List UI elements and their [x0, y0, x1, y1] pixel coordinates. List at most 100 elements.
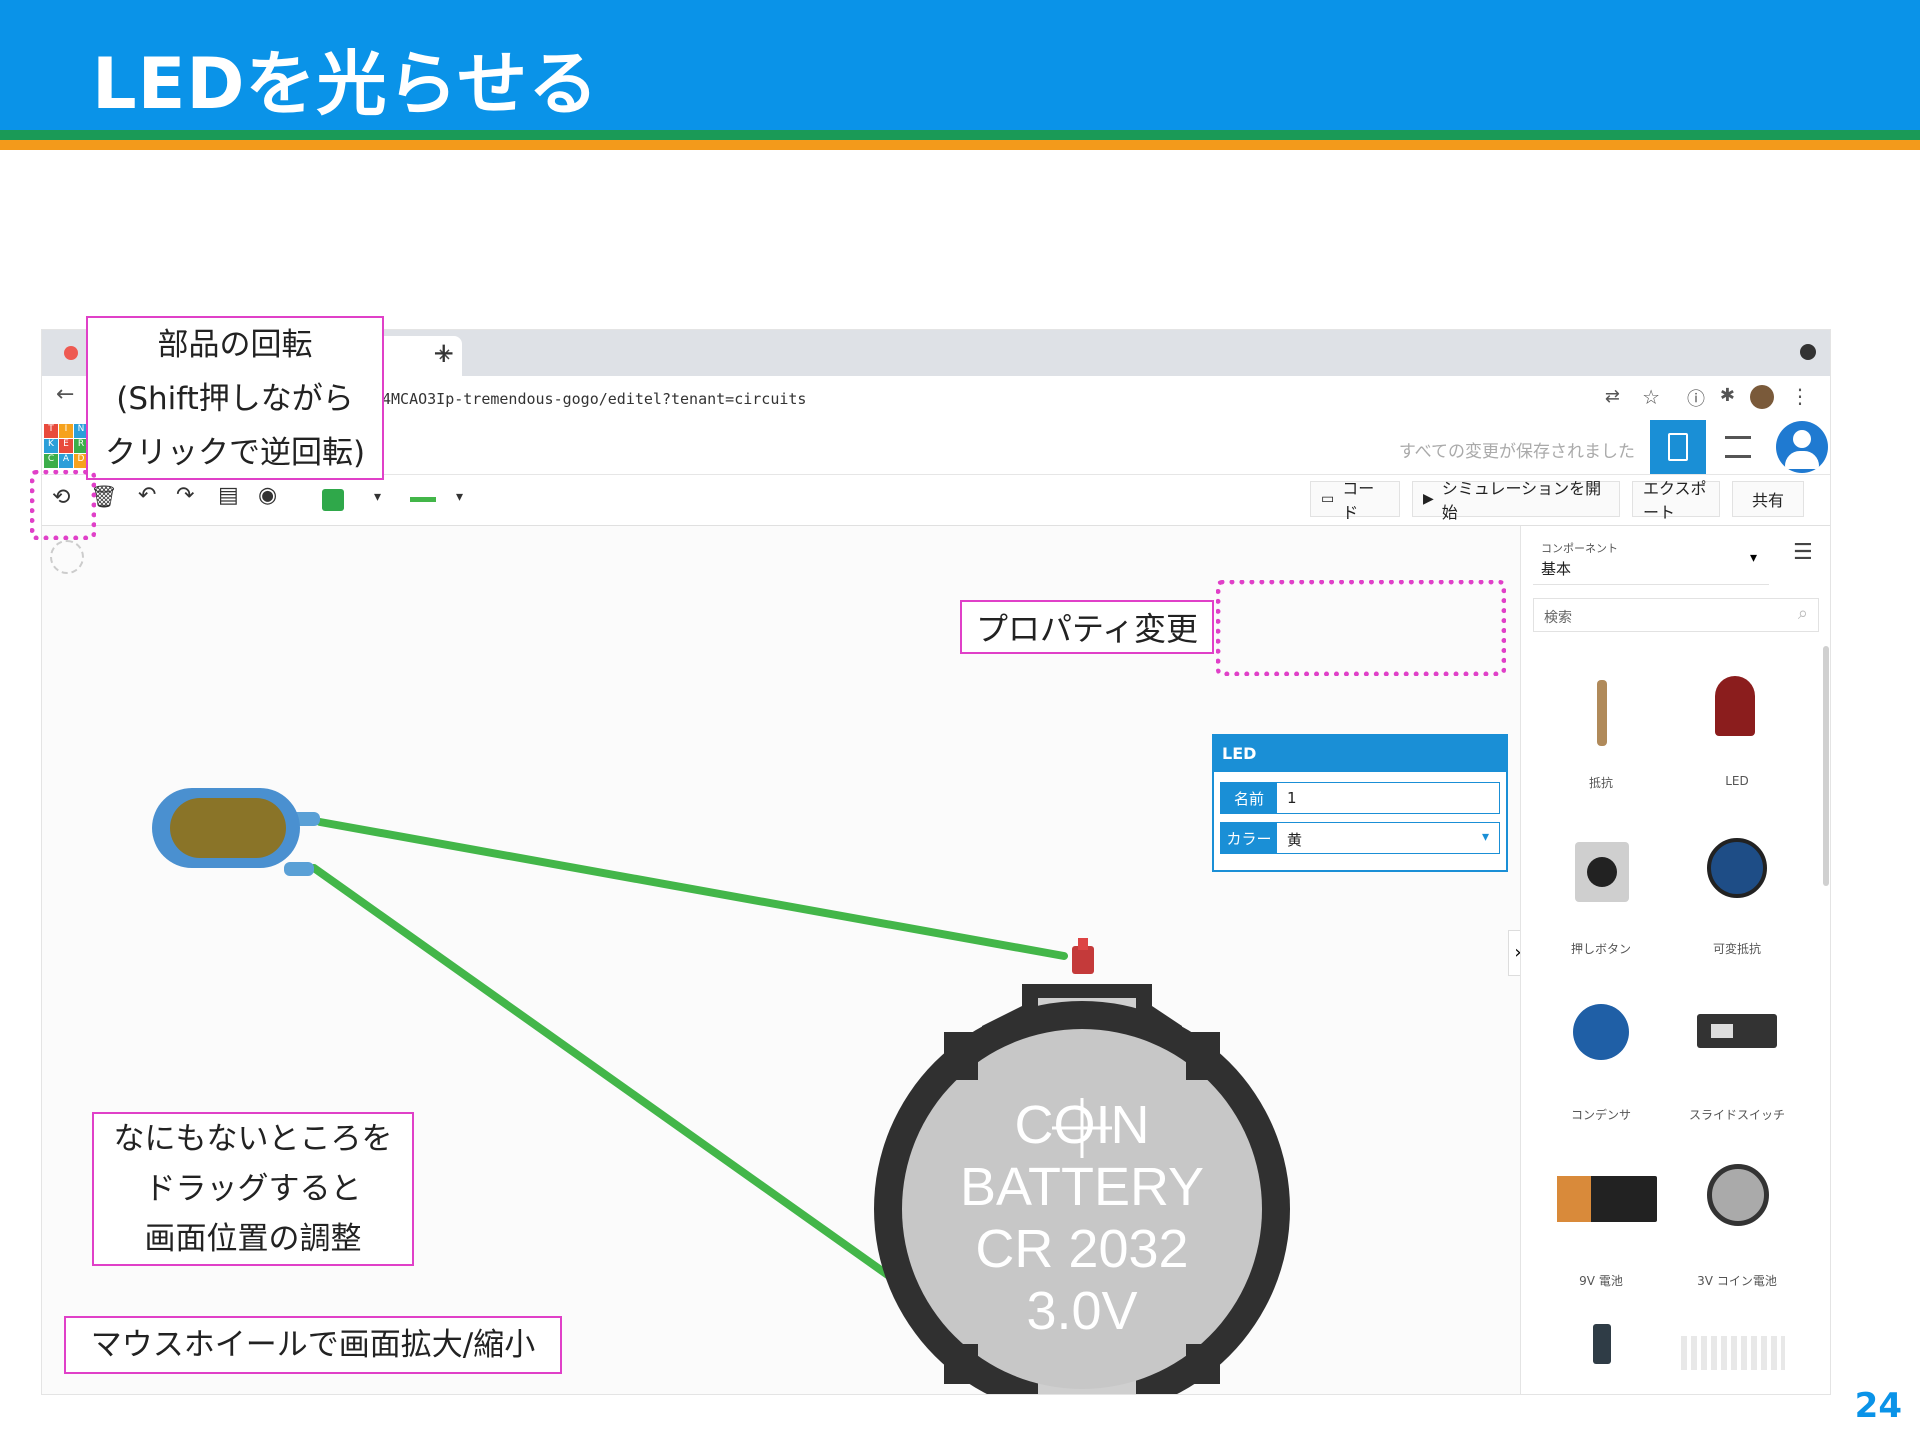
callout-drag-line3: 画面位置の調整 — [144, 1221, 362, 1257]
editor-toolbar: ⟲ 🗑 ↶ ↷ ▤ ◉ ▾ ▾ ▭ コード ▶ シミュレーションを開始 エクスポ… — [42, 475, 1830, 526]
capacitor-icon — [1573, 1004, 1629, 1060]
code-button-label: コード — [1342, 479, 1375, 522]
header-stripe-green — [0, 130, 1920, 140]
category-label: コンポーネント — [1541, 542, 1618, 555]
component-item-capacitor[interactable]: コンデンサ — [1533, 978, 1669, 1128]
fill-color-swatch[interactable] — [322, 489, 344, 511]
breadboard-component-icon[interactable] — [1681, 1336, 1785, 1370]
led-icon — [1715, 676, 1755, 736]
search-icon: ⌕ — [1797, 603, 1808, 624]
name-label: 名前 — [1221, 783, 1277, 813]
start-simulation-label: シミュレーションを開始 — [1441, 479, 1602, 522]
wire-led-anode[interactable] — [316, 818, 1068, 960]
callout-rotate-line3: クリックで逆回転) — [104, 435, 366, 471]
code-icon: ▭ — [1321, 491, 1335, 507]
logo-letter: K — [44, 439, 58, 453]
battery-label-line3: 3.0V — [1026, 1281, 1138, 1341]
schematic-view-button[interactable] — [1710, 420, 1766, 474]
component-item-label: 抵抗 — [1588, 776, 1613, 790]
chevron-down-icon: ▾ — [1749, 550, 1757, 566]
back-arrow-icon[interactable]: ← — [56, 382, 74, 407]
name-field[interactable]: 名前 1 — [1220, 782, 1500, 814]
component-item-potentiometer[interactable]: 可変抵抗 — [1669, 812, 1805, 962]
color-select[interactable]: カラー 黄 ▾ — [1220, 822, 1500, 854]
logo-letter: A — [59, 454, 73, 468]
component-item-label: コンデンサ — [1570, 1108, 1631, 1122]
name-value[interactable]: 1 — [1287, 789, 1297, 807]
callout-property-change: プロパティ変更 — [960, 600, 1214, 654]
properties-panel: LED 名前 1 カラー 黄 ▾ — [1212, 734, 1508, 872]
circuit-view-button[interactable] — [1650, 420, 1706, 474]
start-simulation-button[interactable]: ▶ シミュレーションを開始 — [1412, 479, 1620, 522]
callout-rotate-line1: 部品の回転 — [157, 327, 313, 363]
redo-icon[interactable]: ↷ — [176, 483, 194, 508]
component-item-coin-battery[interactable]: 3V コイン電池 — [1669, 1144, 1805, 1294]
callout-drag-line1: なにもないところを — [113, 1121, 393, 1157]
wire-style-icon[interactable] — [410, 497, 436, 502]
export-button-label: エクスポート — [1643, 479, 1707, 522]
puzzle-icon[interactable]: ✱ — [1720, 385, 1735, 406]
window-close-dot[interactable] — [64, 346, 78, 360]
component-item-label: 押しボタン — [1570, 942, 1631, 956]
battery-label: COIN BATTERY CR 2032 3.0V — [902, 1094, 1262, 1342]
visibility-eye-icon[interactable]: ◉ — [258, 483, 277, 508]
properties-header: LED — [1214, 736, 1506, 772]
menu-dots-icon[interactable]: ⋮ — [1790, 384, 1810, 408]
user-avatar-icon[interactable] — [1750, 385, 1774, 409]
callout-zoom: マウスホイールで画面拡大/縮小 — [64, 1316, 562, 1374]
wire-style-dropdown-icon[interactable]: ▾ — [456, 489, 463, 505]
page-number: 24 — [1854, 1386, 1902, 1426]
save-status: すべての変更が保存されました — [1398, 442, 1635, 462]
rotate-highlight — [30, 470, 96, 540]
star-icon[interactable]: ☆ — [1642, 385, 1660, 409]
export-button[interactable]: エクスポート — [1632, 479, 1720, 522]
slide-title: LEDを光らせる — [92, 43, 600, 125]
browser-profile-dot-icon[interactable] — [1800, 344, 1816, 360]
panel-scrollbar[interactable] — [1823, 646, 1829, 886]
color-label: カラー — [1221, 823, 1277, 853]
list-menu-icon[interactable]: ☰ — [1793, 540, 1813, 565]
logo-letter: I — [59, 424, 73, 438]
code-button[interactable]: ▭ コード — [1310, 479, 1400, 522]
callout-drag-line2: ドラッグすると — [144, 1171, 362, 1207]
components-panel: コンポーネント 基本 ▾ ☰ 検索 ⌕ 抵抗 LED 押しボタン 可変抵抗 コン… — [1520, 526, 1830, 1394]
led-component[interactable] — [152, 788, 320, 876]
component-item-pushbutton[interactable]: 押しボタン — [1533, 812, 1669, 962]
properties-highlight — [1216, 580, 1506, 676]
color-value[interactable]: 黄 — [1287, 829, 1302, 850]
callout-drag-pan: なにもないところを ドラッグすると 画面位置の調整 — [92, 1112, 414, 1266]
properties-title: LED — [1222, 744, 1257, 763]
note-icon[interactable]: ▤ — [218, 483, 239, 508]
share-button-label: 共有 — [1751, 491, 1784, 510]
breadboard-icon — [1668, 433, 1688, 461]
battery-9v-icon — [1557, 1176, 1657, 1222]
component-item-label: LED — [1725, 774, 1749, 788]
new-tab-button[interactable]: + — [432, 336, 455, 369]
component-item-resistor[interactable]: 抵抗 — [1533, 646, 1669, 796]
url-text[interactable]: 4MCAO3Ip-tremendous-gogo/editel?tenant=c… — [382, 390, 806, 408]
more-component-icon[interactable] — [1593, 1324, 1611, 1364]
component-item-led[interactable]: LED — [1669, 646, 1805, 796]
component-item-label: 3V コイン電池 — [1697, 1274, 1777, 1288]
header-stripe-orange — [0, 140, 1920, 150]
fill-color-dropdown-icon[interactable]: ▾ — [374, 489, 381, 505]
tinkercad-logo[interactable]: T I N K E R C A D — [44, 424, 88, 468]
callout-rotate: 部品の回転 (Shift押しながら クリックで逆回転) — [86, 316, 384, 480]
undo-icon[interactable]: ↶ — [138, 483, 156, 508]
logo-letter: T — [44, 424, 58, 438]
component-item-9v-battery[interactable]: 9V 電池 — [1533, 1144, 1669, 1294]
translate-icon[interactable]: ⇄ — [1605, 386, 1620, 407]
chevron-down-icon[interactable]: ▾ — [1482, 829, 1489, 845]
user-profile-icon[interactable] — [1776, 421, 1828, 473]
component-item-label: スライドスイッチ — [1688, 1108, 1785, 1122]
share-button[interactable]: 共有 — [1732, 481, 1804, 517]
component-search-input[interactable]: 検索 ⌕ — [1533, 598, 1819, 632]
extension-info-icon[interactable]: ⓘ — [1687, 385, 1705, 411]
component-item-label: 可変抵抗 — [1712, 942, 1761, 956]
slide-switch-icon — [1697, 1014, 1777, 1048]
logo-letter: C — [44, 454, 58, 468]
category-select[interactable]: コンポーネント 基本 ▾ — [1533, 534, 1769, 585]
component-item-slide-switch[interactable]: スライドスイッチ — [1669, 978, 1805, 1128]
coin-battery-icon — [1707, 1164, 1769, 1226]
play-icon: ▶ — [1423, 491, 1434, 507]
